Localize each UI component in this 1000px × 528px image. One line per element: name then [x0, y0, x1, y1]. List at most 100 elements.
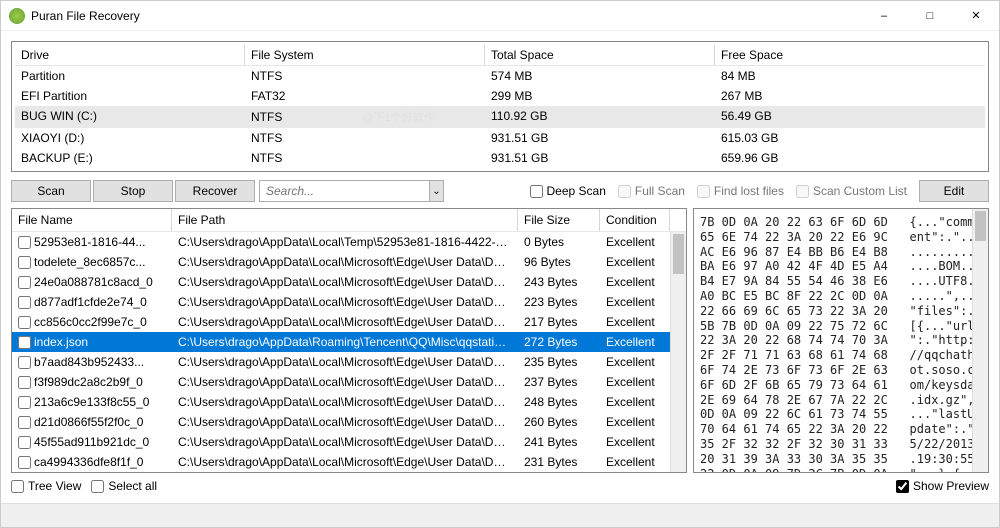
table-row[interactable]: ca4994336dfe8f1f_0C:\Users\drago\AppData…	[12, 452, 686, 472]
scrollbar[interactable]	[670, 232, 686, 472]
file-path: C:\Users\drago\AppData\Local\Microsoft\E…	[172, 455, 518, 469]
show-preview-checkbox[interactable]: Show Preview	[896, 479, 989, 493]
find-lost-files-checkbox[interactable]: Find lost files	[697, 184, 784, 198]
table-row[interactable]: d877adf1cfde2e74_0C:\Users\drago\AppData…	[12, 292, 686, 312]
deep-scan-checkbox[interactable]: Deep Scan	[530, 184, 606, 198]
file-condition: Excellent	[600, 395, 670, 409]
table-row[interactable]: 45f55ad911b921dc_0C:\Users\drago\AppData…	[12, 432, 686, 452]
files-table: File Name File Path File Size Condition …	[11, 208, 687, 473]
drive-filesystem: NTFS	[245, 148, 485, 168]
header-filesystem[interactable]: File System	[245, 45, 485, 65]
file-path: C:\Users\drago\AppData\Local\Microsoft\E…	[172, 435, 518, 449]
recover-button[interactable]: Recover	[175, 180, 255, 202]
statusbar	[1, 503, 999, 527]
full-scan-checkbox[interactable]: Full Scan	[618, 184, 685, 198]
header-filepath[interactable]: File Path	[172, 209, 518, 231]
table-row[interactable]: 213a6c9e133f8c55_0 C:\Users\drago\AppData…	[12, 392, 686, 412]
table-row[interactable]: b7aad843b952433...C:\Users\drago\AppData…	[12, 352, 686, 372]
header-filesize[interactable]: File Size	[518, 209, 600, 231]
file-path: C:\Users\drago\AppData\Local\Microsoft\E…	[172, 395, 518, 409]
minimize-button[interactable]: ‒	[861, 1, 907, 31]
file-condition: Excellent	[600, 455, 670, 469]
file-condition: Excellent	[600, 235, 670, 249]
file-path: C:\Users\drago\AppData\Local\Microsoft\E…	[172, 355, 518, 369]
row-checkbox[interactable]	[18, 256, 31, 269]
tree-view-checkbox[interactable]: Tree View	[11, 479, 81, 493]
table-row[interactable]: f3f989dc2a8c2b9f_0C:\Users\drago\AppData…	[12, 372, 686, 392]
stop-button[interactable]: Stop	[93, 180, 173, 202]
file-size: 223 Bytes	[518, 295, 600, 309]
row-checkbox[interactable]	[18, 456, 31, 469]
file-size: 248 Bytes	[518, 395, 600, 409]
table-row[interactable]: todelete_8ec6857c...C:\Users\drago\AppDa…	[12, 252, 686, 272]
search-input-combo[interactable]: ⌄	[259, 180, 444, 202]
scrollbar[interactable]	[972, 209, 988, 472]
table-row[interactable]: d21d0866f55f2f0c_0C:\Users\drago\AppData…	[12, 412, 686, 432]
scan-custom-list-checkbox[interactable]: Scan Custom List	[796, 184, 907, 198]
drive-filesystem: NTFS	[245, 66, 485, 86]
drive-row[interactable]: PartitionNTFS574 MB84 MB	[15, 66, 985, 86]
drive-total: 110.92 GB	[485, 106, 715, 128]
file-name: f3f989dc2a8c2b9f_0	[34, 375, 143, 389]
drive-name: BACKUP (E:)	[15, 148, 245, 168]
drive-name: EFI Partition	[15, 86, 245, 106]
row-checkbox[interactable]	[18, 336, 31, 349]
file-size: 231 Bytes	[518, 455, 600, 469]
file-name: d21d0866f55f2f0c_0	[34, 415, 143, 429]
drive-filesystem: FAT32	[245, 86, 485, 106]
drive-row[interactable]: XIAOYI (D:)NTFS931.51 GB615.03 GB	[15, 128, 985, 148]
file-size: 235 Bytes	[518, 355, 600, 369]
drive-total: 931.51 GB	[485, 148, 715, 168]
header-free-space[interactable]: Free Space	[715, 45, 985, 65]
file-path: C:\Users\drago\AppData\Local\Microsoft\E…	[172, 255, 518, 269]
toolbar: Scan Stop Recover ⌄ Deep Scan Full Scan …	[11, 178, 989, 202]
drive-row[interactable]: BACKUP (E:)NTFS931.51 GB659.96 GB	[15, 148, 985, 168]
maximize-button[interactable]: □	[907, 1, 953, 31]
row-checkbox[interactable]	[18, 416, 31, 429]
header-drive[interactable]: Drive	[15, 45, 245, 65]
drive-free: 659.96 GB	[715, 148, 985, 168]
row-checkbox[interactable]	[18, 436, 31, 449]
row-checkbox[interactable]	[18, 376, 31, 389]
file-path: C:\Users\drago\AppData\Roaming\Tencent\Q…	[172, 335, 518, 349]
drives-header-row: Drive File System Total Space Free Space	[15, 45, 985, 66]
edit-button[interactable]: Edit	[919, 180, 989, 202]
bottom-options: Tree View Select all Show Preview	[11, 479, 989, 493]
table-row[interactable]: index.jsonC:\Users\drago\AppData\Roaming…	[12, 332, 686, 352]
row-checkbox[interactable]	[18, 396, 31, 409]
drive-name: Partition	[15, 66, 245, 86]
row-checkbox[interactable]	[18, 316, 31, 329]
drive-filesystem: NTFS	[245, 128, 485, 148]
file-condition: Excellent	[600, 335, 670, 349]
file-condition: Excellent	[600, 355, 670, 369]
table-row[interactable]: 24e0a088781c8acd_0C:\Users\drago\AppData…	[12, 272, 686, 292]
row-checkbox[interactable]	[18, 236, 31, 249]
drive-row[interactable]: BUG WIN (C:)NTFS@下1个好软件110.92 GB56.49 GB	[15, 106, 985, 128]
scrollbar-thumb[interactable]	[975, 211, 986, 241]
chevron-down-icon[interactable]: ⌄	[429, 181, 443, 201]
file-size: 260 Bytes	[518, 415, 600, 429]
file-condition: Excellent	[600, 435, 670, 449]
header-condition[interactable]: Condition	[600, 209, 670, 231]
table-row[interactable]: 52953e81-1816-44...C:\Users\drago\AppDat…	[12, 232, 686, 252]
file-name: cc856c0cc2f99e7c_0	[34, 315, 147, 329]
scan-button[interactable]: Scan	[11, 180, 91, 202]
search-input[interactable]	[260, 184, 429, 198]
scrollbar-thumb[interactable]	[673, 234, 684, 274]
table-row[interactable]: cc856c0cc2f99e7c_0C:\Users\drago\AppData…	[12, 312, 686, 332]
select-all-checkbox[interactable]: Select all	[91, 479, 157, 493]
close-button[interactable]: ✕	[953, 1, 999, 31]
file-path: C:\Users\drago\AppData\Local\Microsoft\E…	[172, 295, 518, 309]
header-total-space[interactable]: Total Space	[485, 45, 715, 65]
header-filename[interactable]: File Name	[12, 209, 172, 231]
row-checkbox[interactable]	[18, 276, 31, 289]
titlebar[interactable]: Puran File Recovery ‒ □ ✕	[1, 1, 999, 31]
file-condition: Excellent	[600, 255, 670, 269]
drive-row[interactable]: EFI PartitionFAT32299 MB267 MB	[15, 86, 985, 106]
file-size: 243 Bytes	[518, 275, 600, 289]
drive-total: 299 MB	[485, 86, 715, 106]
row-checkbox[interactable]	[18, 356, 31, 369]
app-icon	[9, 8, 25, 24]
file-name: 213a6c9e133f8c55_0	[34, 395, 149, 409]
row-checkbox[interactable]	[18, 296, 31, 309]
